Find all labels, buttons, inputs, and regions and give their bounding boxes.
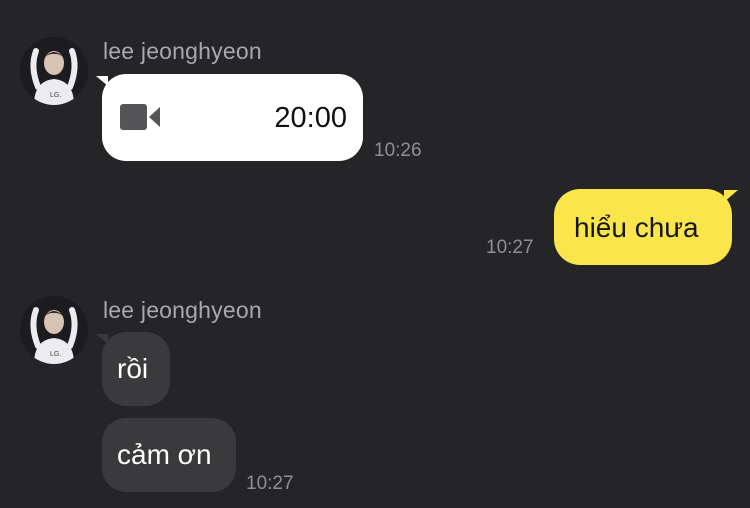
message-time: 10:26: [374, 140, 422, 161]
avatar-photo-icon: LG.: [20, 296, 88, 364]
call-duration: 20:00: [274, 102, 347, 134]
sender-name: lee jeonghyeon: [103, 38, 262, 64]
incoming-message-text: rồi: [117, 353, 149, 384]
incoming-message-text: cảm ơn: [117, 439, 212, 470]
sender-avatar[interactable]: LG.: [20, 37, 88, 105]
sender-name: lee jeonghyeon: [103, 297, 262, 323]
sender-avatar[interactable]: LG.: [20, 296, 88, 364]
message-time: 10:27: [486, 237, 534, 258]
outgoing-message[interactable]: hiểu chưa: [554, 189, 732, 265]
video-call-message[interactable]: 20:00: [102, 74, 363, 161]
chat-screen: LG. lee jeonghyeon 20:00 10:26 10:27 hiể…: [0, 0, 750, 508]
incoming-message[interactable]: cảm ơn: [102, 418, 236, 492]
svg-text:LG.: LG.: [50, 351, 61, 358]
incoming-message[interactable]: rồi: [102, 332, 170, 406]
video-camera-icon: [120, 104, 162, 137]
avatar-photo-icon: LG.: [20, 37, 88, 105]
message-time: 10:27: [246, 473, 294, 494]
svg-text:LG.: LG.: [50, 92, 61, 99]
bubble-tail: [724, 190, 738, 202]
outgoing-message-text: hiểu chưa: [574, 212, 699, 243]
